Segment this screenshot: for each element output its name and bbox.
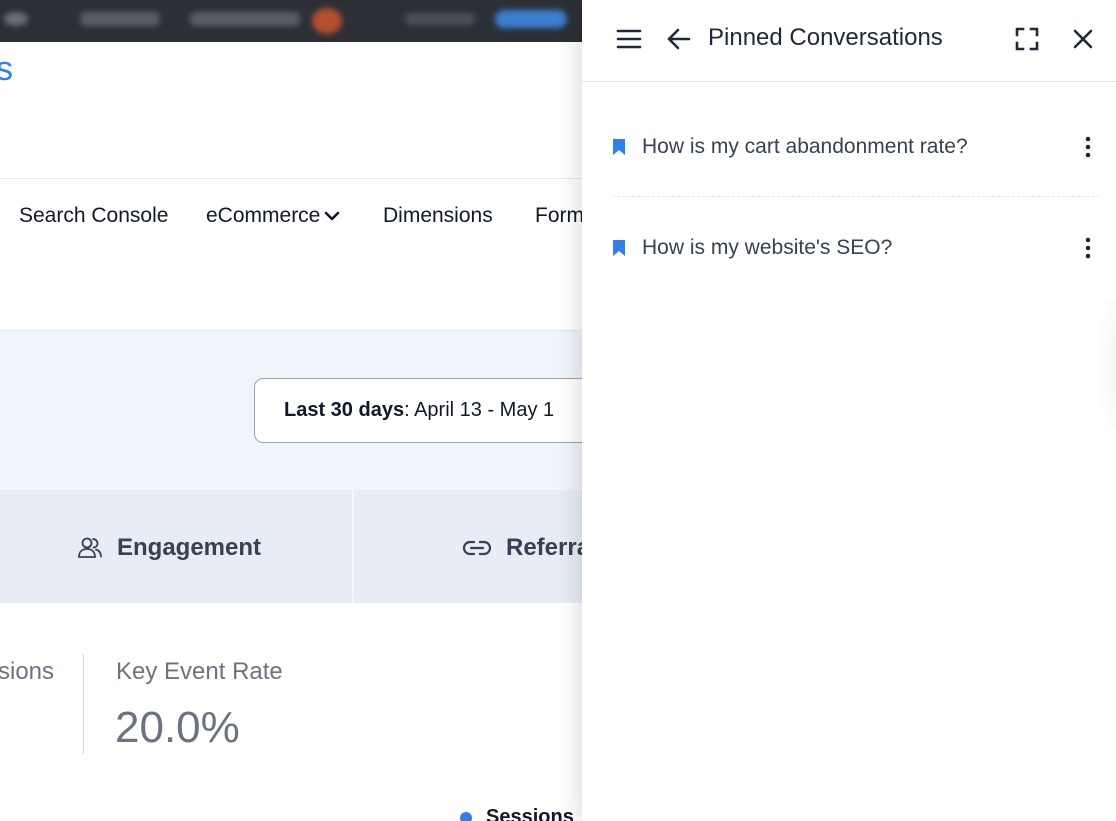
nav-item-dimensions[interactable]: Dimensions <box>383 204 493 228</box>
panel-header: Pinned Conversations <box>582 0 1116 82</box>
conversation-title: How is my website's SEO? <box>642 236 893 259</box>
nav-item-search-console[interactable]: Search Console <box>19 204 168 228</box>
tab-referrals[interactable]: Referra <box>462 534 590 562</box>
users-icon <box>78 537 102 558</box>
fullscreen-icon <box>1015 27 1039 51</box>
link-icon <box>462 540 492 556</box>
nav-item-label: Form <box>535 204 584 227</box>
scroll-edge <box>1102 300 1116 430</box>
nav-item-label: eCommerce <box>206 204 321 227</box>
page: s Search Console eCommerce Dimensions Fo… <box>0 0 1116 821</box>
admin-bar-item[interactable] <box>80 12 160 26</box>
divider <box>83 654 84 754</box>
hamburger-icon <box>616 29 642 49</box>
legend-label: Sessions <box>486 806 574 821</box>
nav-item-ecommerce[interactable]: eCommerce <box>206 204 340 228</box>
tab-engagement[interactable]: Engagement <box>77 534 261 562</box>
divider <box>612 196 1100 197</box>
nav-item-label: Dimensions <box>383 204 493 227</box>
tab-label: Engagement <box>117 534 262 561</box>
more-options-icon[interactable] <box>1076 129 1100 165</box>
tab-label: Referra <box>506 534 591 561</box>
close-button[interactable] <box>1066 23 1100 55</box>
report-nav: Search Console eCommerce Dimensions Form <box>0 178 600 254</box>
metric-label: Key Event Rate <box>116 658 283 685</box>
back-button[interactable] <box>662 23 696 55</box>
chart-legend[interactable]: Sessions <box>460 806 574 821</box>
pinned-conversation-item[interactable]: How is my website's SEO? <box>612 218 1100 278</box>
panel-title: Pinned Conversations <box>708 24 943 51</box>
nav-item-label: Search Console <box>19 204 169 227</box>
arrow-left-icon <box>667 28 691 50</box>
date-range-value: : April 13 - May 1 <box>404 399 555 421</box>
close-icon <box>1073 29 1093 49</box>
brand-title: s <box>0 50 13 88</box>
divider <box>352 490 354 603</box>
pinned-conversations-panel: Pinned Conversations How is my cart aban… <box>582 0 1116 821</box>
admin-bar-item[interactable] <box>190 12 300 26</box>
admin-bar-item[interactable] <box>405 13 475 25</box>
admin-logo-icon[interactable] <box>4 12 28 26</box>
date-range-bar: Last 30 days: April 13 - May 1 <box>0 331 614 490</box>
more-options-icon[interactable] <box>1076 230 1100 266</box>
metric-value: 20.0% <box>115 703 240 752</box>
menu-button[interactable] <box>612 23 646 55</box>
nav-item-forms[interactable]: Form <box>535 204 584 228</box>
expand-button[interactable] <box>1010 23 1044 55</box>
pinned-conversation-item[interactable]: How is my cart abandonment rate? <box>612 117 1100 177</box>
bookmark-icon <box>612 239 626 257</box>
report-tabs: Engagement Referra <box>0 490 600 603</box>
date-range-picker[interactable]: Last 30 days: April 13 - May 1 <box>254 378 614 443</box>
conversation-title: How is my cart abandonment rate? <box>642 135 968 158</box>
chevron-down-icon <box>324 204 340 228</box>
metric-label: sions <box>0 658 55 685</box>
legend-dot <box>460 811 472 821</box>
date-range-preset: Last 30 days <box>284 399 405 421</box>
bookmark-icon <box>612 138 626 156</box>
admin-bar-button[interactable] <box>495 10 567 28</box>
admin-bar-badge[interactable] <box>312 8 342 34</box>
